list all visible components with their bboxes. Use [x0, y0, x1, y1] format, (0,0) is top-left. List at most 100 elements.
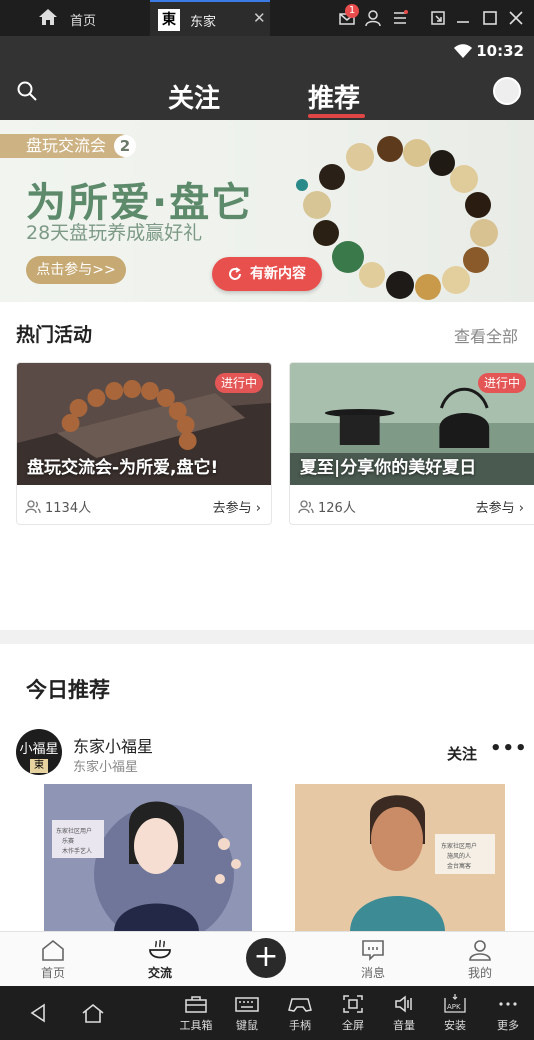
android-home-icon[interactable] [80, 1002, 106, 1024]
nav-messages-label: 消息 [360, 966, 385, 980]
minimize-icon[interactable] [453, 8, 473, 28]
menu-icon[interactable] [390, 8, 410, 28]
home-icon [39, 9, 57, 25]
post2-line: 东家社区用户 [441, 842, 477, 850]
apk-install-button[interactable]: APK 安装 [430, 994, 480, 1033]
user-icon[interactable] [363, 8, 383, 28]
join-link[interactable]: 去参与 › [476, 497, 524, 516]
nav-profile-label: 我的 [467, 966, 492, 980]
more-label: 更多 [497, 1019, 519, 1032]
pop-out-icon[interactable] [428, 8, 448, 28]
tab-recommend[interactable]: 推荐 [308, 78, 360, 115]
plus-icon: + [253, 939, 279, 974]
notification-badge: 1 [345, 4, 359, 18]
refresh-icon [229, 267, 241, 280]
volume-label: 音量 [393, 1019, 415, 1032]
participants-label: 1134人 [45, 501, 92, 516]
nav-profile[interactable]: 我的 [450, 938, 510, 981]
participants-label: 126人 [318, 501, 356, 516]
back-icon[interactable] [28, 1002, 48, 1024]
people-icon [298, 499, 314, 513]
status-time: 10:32 [476, 42, 524, 60]
maximize-icon[interactable] [480, 8, 500, 28]
gamepad-icon [288, 998, 312, 1012]
apk-install-label: 安装 [444, 1019, 466, 1032]
status-badge: 进行中 [214, 373, 263, 393]
activity-title: 夏至|分享你的美好夏日 [300, 458, 477, 478]
new-content-button[interactable]: 有新内容 [212, 257, 322, 291]
tab-follow[interactable]: 关注 [168, 78, 220, 115]
apk-install-icon: APK [444, 994, 466, 1013]
banner-join-button[interactable]: 点击参与>> [26, 256, 126, 284]
gamepad-label: 手柄 [289, 1019, 311, 1032]
emulator-title-bar: 首页 東 东家 ✕ 1 [0, 0, 534, 36]
avatar-text: 小福星 [19, 742, 59, 757]
hot-activities-title: 热门活动 [16, 324, 93, 346]
illustration-woman: 东家社区用户 乐赛 木作手艺人 [52, 801, 241, 932]
more-options-icon[interactable]: ••• [490, 738, 528, 759]
volume-button[interactable]: 音量 [379, 994, 429, 1033]
participants-count: 1134人 [25, 497, 91, 516]
post2-line: 施风的人 [447, 852, 471, 860]
emulator-app-tab[interactable]: 東 东家 ✕ [150, 0, 270, 36]
gamepad-button[interactable]: 手柄 [275, 994, 325, 1033]
section-divider [0, 630, 534, 644]
keyboard-label: 键鼠 [236, 1019, 258, 1032]
home-icon [42, 939, 64, 961]
volume-icon [395, 995, 412, 1013]
profile-icon [469, 940, 491, 961]
post1-line: 东家社区用户 [56, 827, 92, 835]
android-status-bar: 10:32 [0, 36, 534, 66]
nav-messages[interactable]: 消息 [343, 938, 403, 981]
new-content-label: 有新内容 [250, 266, 306, 282]
more-icon [499, 1002, 517, 1006]
user-avatar[interactable] [493, 77, 521, 105]
more-button[interactable]: 更多 [483, 994, 533, 1033]
close-tab-icon[interactable]: ✕ [253, 9, 266, 27]
emulator-toolbar: 工具箱 键鼠 手柄 全屏 音量 APK 安装 更多 [0, 986, 534, 1040]
post-author-avatar[interactable]: 小福星 東 [16, 729, 62, 775]
emulator-home-label: 首页 [70, 14, 97, 29]
active-tab-indicator [308, 114, 365, 118]
people-icon [25, 499, 41, 513]
wifi-icon [454, 44, 472, 58]
toolbox-label: 工具箱 [179, 1019, 213, 1032]
svg-text:APK: APK [447, 1003, 461, 1011]
banner-tag: 盘玩交流会 [0, 134, 133, 158]
toolbox-button[interactable]: 工具箱 [171, 994, 221, 1033]
follow-button[interactable]: 关注 [447, 743, 477, 764]
message-icon [362, 940, 384, 961]
bracelet-image [296, 136, 498, 300]
status-badge: 进行中 [477, 373, 526, 393]
create-post-button[interactable]: + [246, 938, 286, 978]
emulator-tab-label: 东家 [190, 15, 217, 30]
fullscreen-label: 全屏 [342, 1019, 364, 1032]
keyboard-icon [235, 997, 259, 1012]
banner-subtitle: 28天盘玩养成赢好礼 [26, 222, 203, 244]
close-window-icon[interactable] [506, 8, 526, 28]
app-logo-icon: 東 [158, 9, 180, 31]
post-image[interactable]: 东家社区用户 施风的人 金台寓客 [295, 784, 505, 932]
activity-card[interactable]: 进行中 盘玩交流会-为所爱,盘它! 1134人 去参与 › [16, 362, 272, 525]
post1-line: 乐赛 [62, 837, 74, 845]
today-recommend-title: 今日推荐 [26, 678, 110, 702]
post2-line: 金台寓客 [447, 862, 471, 870]
fullscreen-icon [343, 995, 363, 1013]
post-image[interactable]: 东家社区用户 乐赛 木作手艺人 [44, 784, 252, 932]
post-author-name[interactable]: 东家小福星 [73, 733, 153, 757]
post1-line: 木作手艺人 [62, 847, 92, 855]
fullscreen-button[interactable]: 全屏 [328, 994, 378, 1033]
promo-banner[interactable]: 盘玩交流会 2 为所爱·盘它 28天盘玩养成赢好礼 点击参与>> 有新内容 [0, 120, 534, 302]
avatar-logo: 東 [30, 759, 48, 773]
nav-community-label: 交流 [147, 966, 172, 980]
community-icon [149, 939, 171, 959]
keyboard-button[interactable]: 键鼠 [222, 994, 272, 1033]
activity-card[interactable]: 进行中 夏至|分享你的美好夏日 126人 去参与 › [289, 362, 534, 525]
see-all-link[interactable]: 查看全部 [454, 323, 518, 347]
nav-community[interactable]: 交流 [130, 938, 190, 981]
search-icon[interactable] [16, 80, 38, 102]
join-link[interactable]: 去参与 › [213, 497, 261, 516]
nav-home[interactable]: 首页 [23, 938, 83, 981]
emulator-home-tab[interactable]: 首页 [0, 0, 150, 36]
toolbox-icon [185, 996, 207, 1013]
